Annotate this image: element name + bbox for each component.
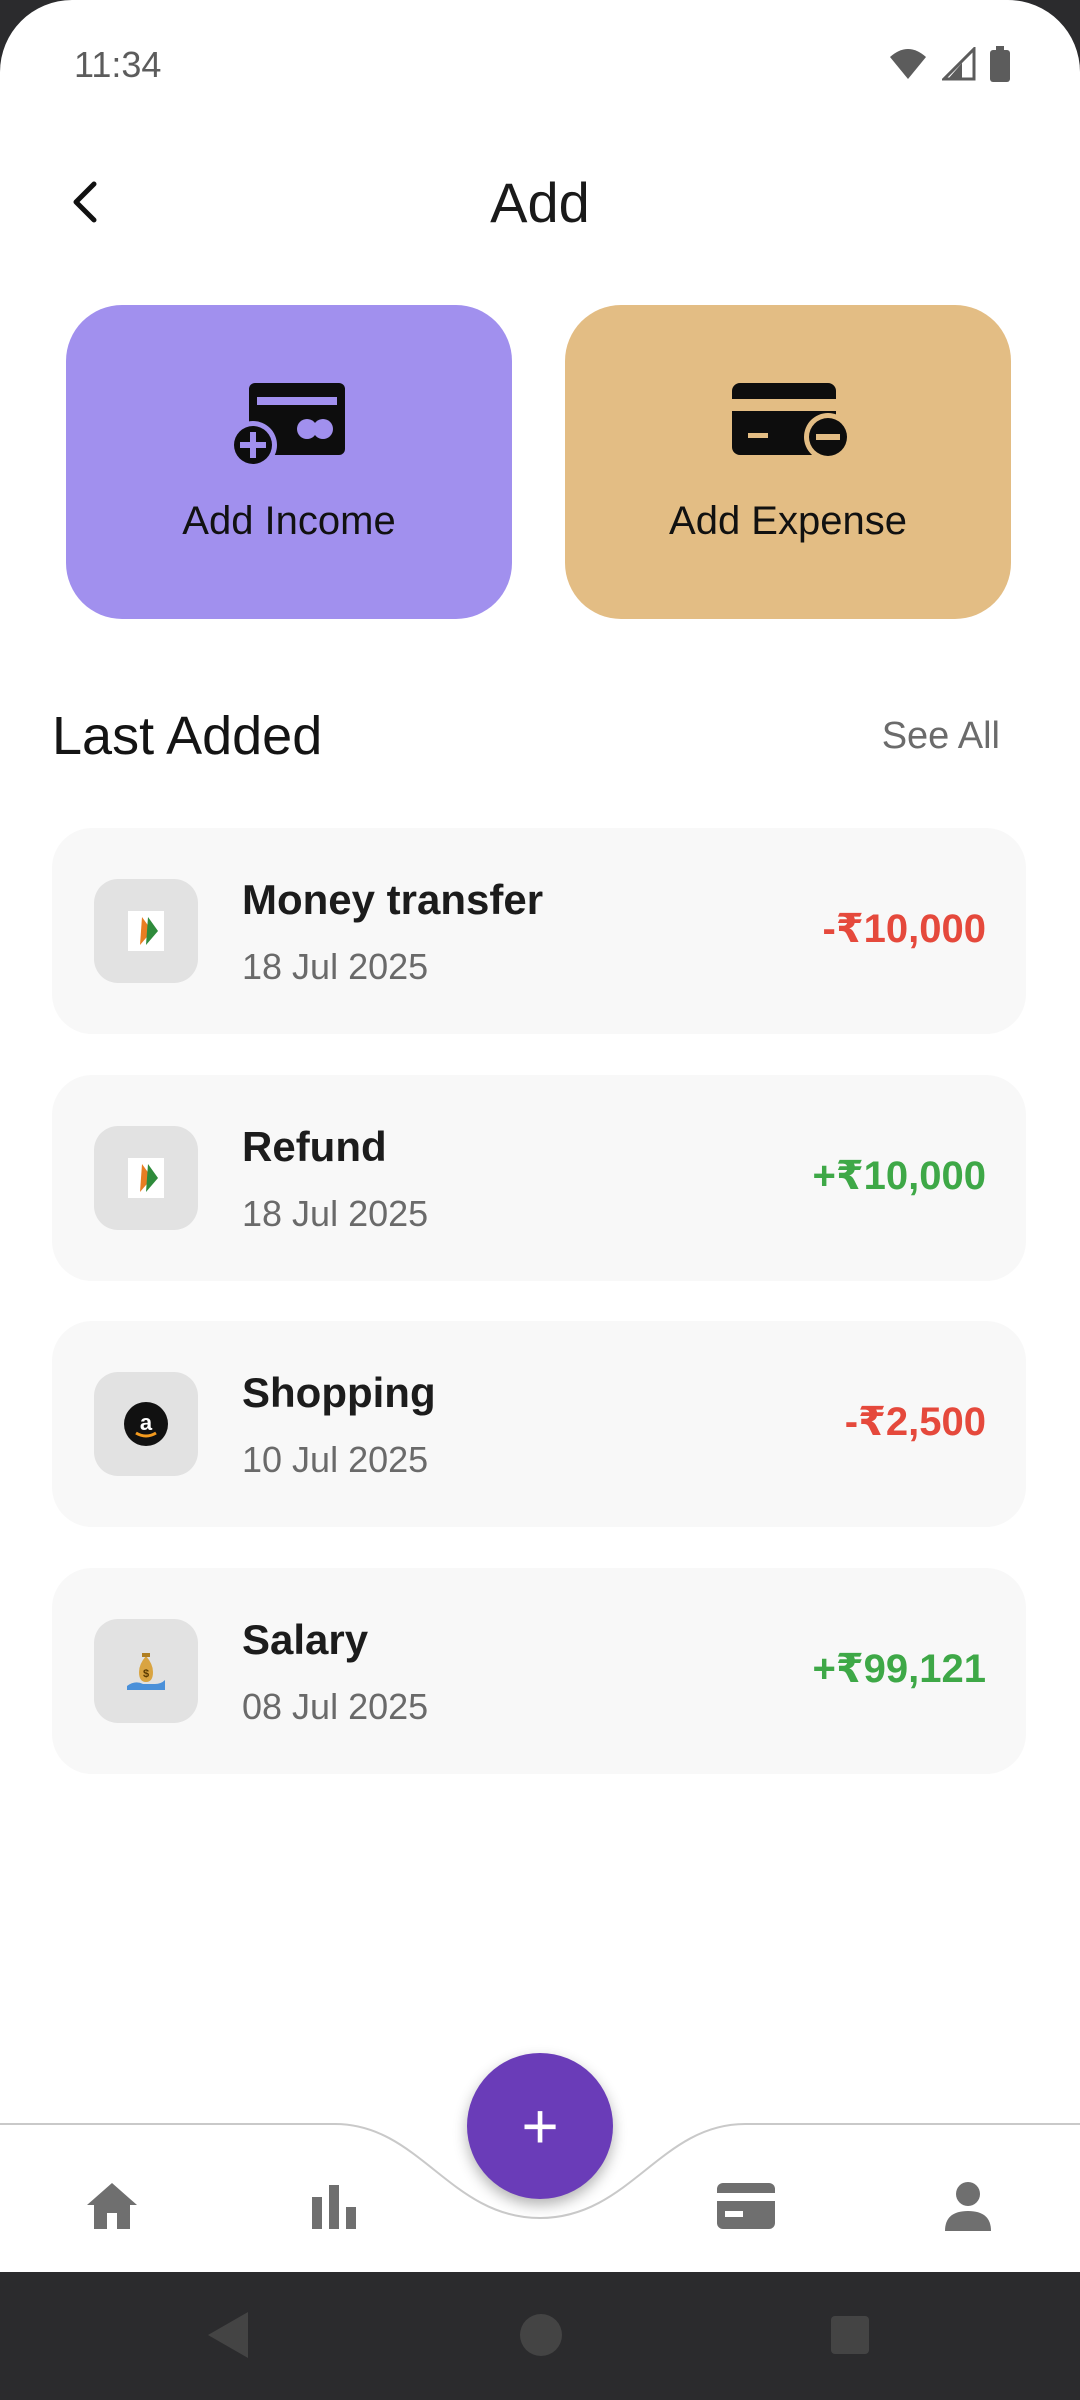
add-income-label: Add Income (182, 499, 396, 543)
status-icons (888, 46, 1010, 82)
profile-icon (945, 2182, 991, 2231)
transaction-item[interactable]: $ Salary 08 Jul 2025 +₹99,121 (52, 1568, 1026, 1774)
status-bar: 11:34 (0, 0, 1080, 130)
transaction-amount: -₹10,000 (822, 907, 987, 951)
add-expense-label: Add Expense (669, 499, 907, 543)
status-time: 11:34 (74, 44, 162, 85)
section-title: Last Added (52, 706, 323, 766)
amazon-icon: a (94, 1372, 198, 1476)
nav-profile[interactable] (938, 2176, 998, 2236)
transaction-amount: +₹99,121 (812, 1647, 986, 1691)
wifi-icon (890, 49, 926, 79)
nav-cards[interactable] (716, 2176, 776, 2236)
cellular-signal-icon (942, 47, 976, 81)
transaction-date: 10 Jul 2025 (242, 1439, 429, 1480)
card-remove-icon (732, 383, 848, 461)
add-expense-button[interactable]: Add Expense (565, 305, 1011, 619)
transaction-title: Refund (242, 1123, 387, 1170)
svg-text:a: a (140, 1410, 153, 1435)
transaction-title: Salary (242, 1616, 369, 1663)
nav-stats[interactable] (304, 2176, 364, 2236)
transaction-title: Shopping (242, 1369, 436, 1416)
system-home-icon[interactable] (518, 2310, 564, 2360)
transaction-item[interactable]: Money transfer 18 Jul 2025 -₹10,000 (52, 828, 1026, 1034)
upi-icon (94, 1126, 198, 1230)
add-income-button[interactable]: Add Income (66, 305, 512, 619)
see-all-link[interactable]: See All (882, 715, 1000, 758)
battery-icon (990, 46, 1010, 82)
card-add-icon (229, 383, 345, 469)
transaction-title: Money transfer (242, 876, 544, 923)
header: Add (0, 160, 1080, 250)
transaction-item[interactable]: Refund 18 Jul 2025 +₹10,000 (52, 1075, 1026, 1281)
system-back-icon[interactable] (204, 2310, 250, 2360)
transaction-item[interactable]: a Shopping 10 Jul 2025 -₹2,500 (52, 1321, 1026, 1527)
svg-text:$: $ (143, 1668, 149, 1680)
add-fab-button[interactable]: + (467, 2053, 613, 2199)
system-navigation-bar (0, 2272, 1080, 2400)
page-title: Add (490, 171, 590, 234)
money-bag-icon: $ (94, 1619, 198, 1723)
transaction-amount: -₹2,500 (844, 1400, 986, 1444)
nav-home[interactable] (82, 2176, 142, 2236)
transaction-date: 18 Jul 2025 (242, 1193, 429, 1234)
home-icon (87, 2183, 137, 2229)
card-icon (717, 2183, 775, 2229)
upi-icon (94, 879, 198, 983)
app-screen: 11:34 Add Add Income Add Expense Last Ad… (0, 0, 1080, 2272)
transaction-amount: +₹10,000 (812, 1154, 986, 1198)
transaction-date: 08 Jul 2025 (242, 1686, 429, 1727)
chart-icon (312, 2185, 356, 2229)
transaction-date: 18 Jul 2025 (242, 946, 429, 987)
system-recents-icon[interactable] (827, 2310, 873, 2360)
